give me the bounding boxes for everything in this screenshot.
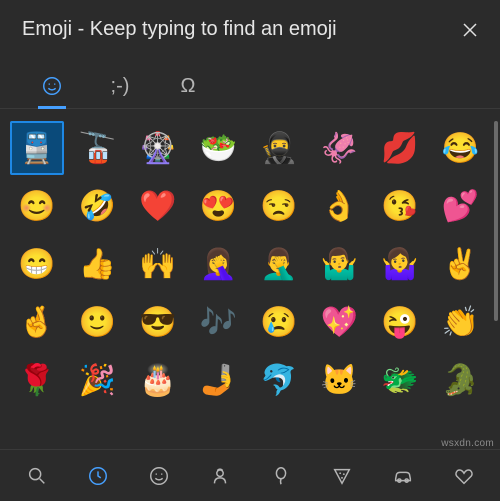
emoji-cell[interactable]: 🎡	[131, 121, 185, 175]
emoji-cell[interactable]: 🎉	[71, 353, 125, 407]
emoji-cell[interactable]: 👌	[313, 179, 367, 233]
emoji-grid: 🚆🚡🎡🥗🥷🦑💋😂 😊🤣❤️😍😒👌😘💕 😁👍🙌🤦‍♀️🤦‍♂️🤷‍♂️🤷‍♀️✌️ 🤞🙂…	[0, 109, 500, 415]
emoji-cell[interactable]: 🐲	[373, 353, 427, 407]
emoji-cell[interactable]: 😢	[252, 295, 306, 349]
symbols-label: Ω	[181, 75, 196, 98]
emoji-cell[interactable]: 😂	[434, 121, 488, 175]
emoji-cell[interactable]: 🙌	[131, 237, 185, 291]
heart-icon	[453, 465, 475, 487]
emoji-cell[interactable]: 🚆	[10, 121, 64, 175]
emoji-cell[interactable]: 💋	[373, 121, 427, 175]
panel-title: Emoji - Keep typing to find an emoji	[22, 18, 337, 41]
input-type-tabs: ;-) Ω	[0, 46, 500, 109]
watermark: wsxdn.com	[441, 438, 494, 449]
emoji-cell[interactable]: ❤️	[131, 179, 185, 233]
emoji-cell[interactable]: 👏	[434, 295, 488, 349]
search-icon	[26, 465, 48, 487]
panel-header: Emoji - Keep typing to find an emoji	[0, 0, 500, 46]
emoji-cell[interactable]: 😒	[252, 179, 306, 233]
emoji-cell[interactable]: 🥗	[192, 121, 246, 175]
clock-icon	[87, 465, 109, 487]
emoji-cell[interactable]: 🤣	[71, 179, 125, 233]
emoji-cell[interactable]: 🦑	[313, 121, 367, 175]
emoji-cell[interactable]: 💕	[434, 179, 488, 233]
emoji-cell[interactable]: 🎶	[192, 295, 246, 349]
emoji-panel: Emoji - Keep typing to find an emoji ;-)…	[0, 0, 500, 501]
car-icon	[392, 465, 414, 487]
category-hearts[interactable]	[443, 455, 485, 497]
emoji-cell[interactable]: 🐬	[252, 353, 306, 407]
emoji-cell[interactable]: 🤷‍♀️	[373, 237, 427, 291]
kaomoji-label: ;-)	[111, 75, 130, 98]
balloon-icon	[270, 465, 292, 487]
close-button[interactable]	[458, 18, 482, 42]
emoji-cell[interactable]: 😎	[131, 295, 185, 349]
emoji-cell[interactable]: 😁	[10, 237, 64, 291]
smiley-icon	[148, 465, 170, 487]
emoji-cell[interactable]: 🤦‍♀️	[192, 237, 246, 291]
emoji-cell[interactable]: 🤞	[10, 295, 64, 349]
emoji-cell[interactable]: 🎂	[131, 353, 185, 407]
category-transport[interactable]	[382, 455, 424, 497]
category-recent[interactable]	[77, 455, 119, 497]
emoji-grid-container: 🚆🚡🎡🥗🥷🦑💋😂 😊🤣❤️😍😒👌😘💕 😁👍🙌🤦‍♀️🤦‍♂️🤷‍♂️🤷‍♀️✌️ 🤞🙂…	[0, 109, 500, 449]
emoji-cell[interactable]: 🐱	[313, 353, 367, 407]
emoji-cell[interactable]: 🤦‍♂️	[252, 237, 306, 291]
close-icon	[463, 23, 477, 37]
category-people[interactable]	[199, 455, 241, 497]
category-smileys[interactable]	[138, 455, 180, 497]
emoji-cell[interactable]: ✌️	[434, 237, 488, 291]
emoji-cell[interactable]: 🥷	[252, 121, 306, 175]
smiley-icon	[41, 75, 63, 97]
tab-emoji[interactable]	[32, 64, 72, 108]
emoji-cell[interactable]: 🤷‍♂️	[313, 237, 367, 291]
category-food[interactable]	[321, 455, 363, 497]
category-bar	[0, 449, 500, 501]
scrollbar-thumb[interactable]	[494, 121, 498, 321]
emoji-cell[interactable]: 🤳	[192, 353, 246, 407]
tab-symbols[interactable]: Ω	[168, 64, 208, 108]
emoji-cell[interactable]: 👍	[71, 237, 125, 291]
pizza-icon	[331, 465, 353, 487]
emoji-cell[interactable]: 😜	[373, 295, 427, 349]
emoji-cell[interactable]: 😊	[10, 179, 64, 233]
emoji-cell[interactable]: 🙂	[71, 295, 125, 349]
people-icon	[209, 465, 231, 487]
emoji-cell[interactable]: 🌹	[10, 353, 64, 407]
tab-kaomoji[interactable]: ;-)	[100, 64, 140, 108]
category-celebration[interactable]	[260, 455, 302, 497]
emoji-cell[interactable]: 🐊	[434, 353, 488, 407]
emoji-cell[interactable]: 🚡	[71, 121, 125, 175]
emoji-cell[interactable]: 😍	[192, 179, 246, 233]
emoji-cell[interactable]: 💖	[313, 295, 367, 349]
category-search[interactable]	[16, 455, 58, 497]
emoji-cell[interactable]: 😘	[373, 179, 427, 233]
